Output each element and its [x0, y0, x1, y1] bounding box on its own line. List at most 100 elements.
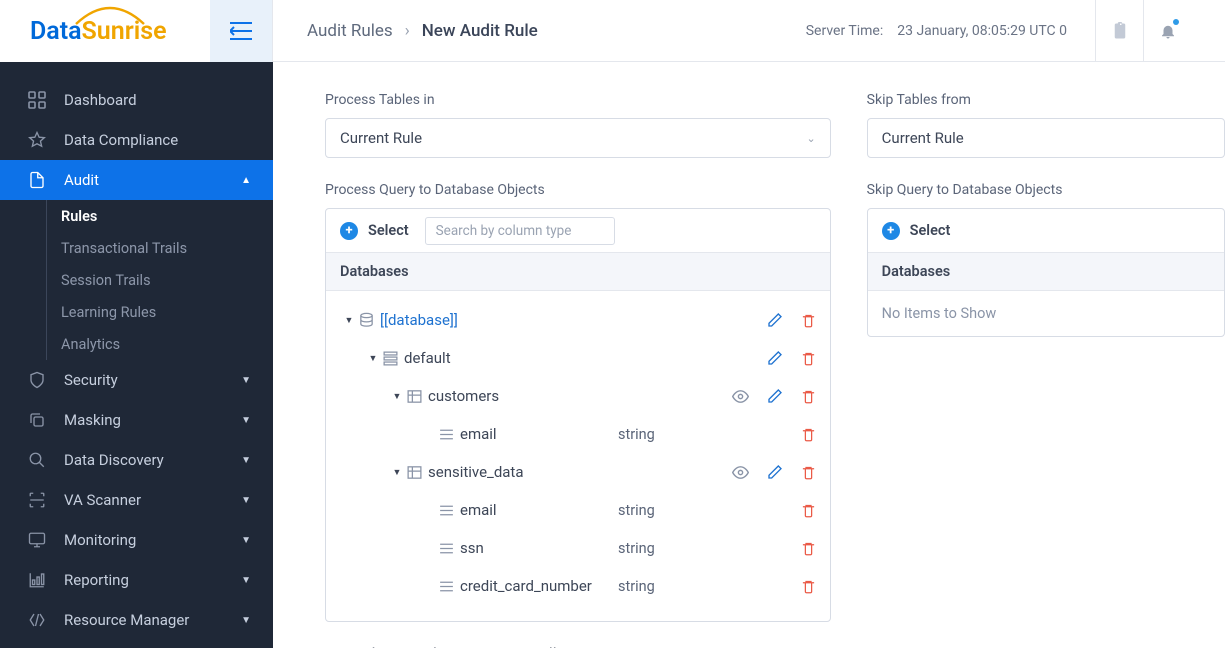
delete-icon[interactable]	[801, 389, 816, 404]
eye-icon[interactable]	[732, 388, 749, 405]
sidebar-item-audit[interactable]: Audit ▲	[0, 160, 273, 200]
logo[interactable]: DataSunrise	[0, 0, 210, 62]
search-icon	[28, 451, 64, 469]
add-icon[interactable]: +	[340, 222, 358, 240]
sidebar-item-session[interactable]: Session Trails	[46, 264, 273, 296]
tree-label: default	[404, 349, 451, 367]
chevron-down-icon: ▼	[241, 455, 251, 466]
logo-row: DataSunrise	[0, 0, 273, 62]
topbar-icons	[1095, 0, 1191, 62]
edit-icon[interactable]	[767, 464, 783, 480]
sidebar-item-resource[interactable]: Resource Manager ▼	[0, 600, 273, 640]
breadcrumb-current: New Audit Rule	[422, 21, 538, 41]
sidebar-item-label: Reporting	[64, 571, 129, 589]
delete-icon[interactable]	[801, 313, 816, 328]
code-icon	[28, 611, 64, 629]
sidebar-item-dashboard[interactable]: Dashboard	[0, 80, 273, 120]
sidebar-item-label: Masking	[64, 411, 121, 429]
add-icon[interactable]: +	[882, 222, 900, 240]
tree-row-schema[interactable]: ▼ default	[340, 339, 816, 377]
panel-toolbar: + Select	[326, 209, 830, 253]
sidebar-toggle-button[interactable]	[210, 0, 273, 62]
edit-icon[interactable]	[767, 312, 783, 328]
database-icon	[358, 312, 380, 329]
delete-icon[interactable]	[801, 503, 816, 518]
breadcrumb-root[interactable]: Audit Rules	[307, 21, 393, 41]
sidebar-item-label: Data Discovery	[64, 451, 164, 469]
server-time: Server Time: 23 January, 08:05:29 UTC 0	[806, 23, 1067, 39]
column-icon	[438, 426, 460, 443]
tree-row-database[interactable]: ▼ [[database]]	[340, 301, 816, 339]
tree-row-column[interactable]: email string	[340, 415, 816, 453]
sidebar-item-masking[interactable]: Masking ▼	[0, 400, 273, 440]
sidebar-item-monitoring[interactable]: Monitoring ▼	[0, 520, 273, 560]
copy-icon	[28, 411, 64, 429]
databases-header: Databases	[868, 253, 1224, 291]
expand-toggle[interactable]: ▼	[388, 391, 406, 402]
sidebar-item-va[interactable]: VA Scanner ▼	[0, 480, 273, 520]
sidebar-item-label: Audit	[64, 171, 99, 189]
select-button[interactable]: Select	[910, 222, 951, 239]
chevron-down-icon: ▼	[241, 415, 251, 426]
delete-icon[interactable]	[801, 465, 816, 480]
sidebar-item-rules[interactable]: Rules	[46, 200, 273, 232]
tree-row-column[interactable]: credit_card_number string	[340, 567, 816, 605]
star-icon	[28, 131, 64, 149]
sidebar-item-compliance[interactable]: Data Compliance	[0, 120, 273, 160]
delete-icon[interactable]	[801, 427, 816, 442]
chevron-down-icon: ▼	[241, 535, 251, 546]
expand-toggle[interactable]: ▼	[364, 353, 382, 364]
expand-toggle[interactable]: ▼	[340, 315, 358, 326]
column-type: string	[618, 426, 704, 443]
sidebar-item-discovery[interactable]: Data Discovery ▼	[0, 440, 273, 480]
tree-label: sensitive_data	[428, 463, 588, 481]
empty-message: No Items to Show	[868, 291, 1224, 336]
file-icon	[28, 171, 64, 189]
dashboard-icon	[28, 91, 64, 109]
edit-icon[interactable]	[767, 350, 783, 366]
select-value: Current Rule	[882, 129, 964, 147]
topbar: Audit Rules › New Audit Rule Server Time…	[273, 0, 1225, 62]
select-button[interactable]: Select	[368, 222, 409, 239]
tree-row-column[interactable]: ssn string	[340, 529, 816, 567]
sidebar-item-label: Monitoring	[64, 531, 136, 549]
server-time-value: 23 January, 08:05:29 UTC 0	[897, 23, 1067, 39]
procedures-section-toggle[interactable]: Procedures and Functions Handling ⌄	[325, 644, 831, 648]
tree-row-table[interactable]: ▼ customers	[340, 377, 816, 415]
sidebar-item-reporting[interactable]: Reporting ▼	[0, 560, 273, 600]
bell-icon[interactable]	[1143, 0, 1191, 62]
tree-row-column[interactable]: email string	[340, 491, 816, 529]
tree-row-table[interactable]: ▼ sensitive_data	[340, 453, 816, 491]
chart-icon	[28, 571, 64, 589]
select-value: Current Rule	[340, 129, 422, 147]
sidebar-item-transactional[interactable]: Transactional Trails	[46, 232, 273, 264]
search-input[interactable]	[425, 217, 615, 245]
main: Audit Rules › New Audit Rule Server Time…	[273, 0, 1225, 648]
delete-icon[interactable]	[801, 541, 816, 556]
skip-tables-select[interactable]: Current Rule	[867, 118, 1225, 158]
breadcrumb: Audit Rules › New Audit Rule	[307, 21, 538, 41]
panel-toolbar: + Select	[868, 209, 1224, 253]
column-icon	[438, 502, 460, 519]
delete-icon[interactable]	[801, 579, 816, 594]
edit-icon[interactable]	[767, 388, 783, 404]
delete-icon[interactable]	[801, 351, 816, 366]
sidebar-item-label: Resource Manager	[64, 611, 189, 629]
sidebar-item-learning[interactable]: Learning Rules	[46, 296, 273, 328]
sidebar-item-security[interactable]: Security ▼	[0, 360, 273, 400]
sidebar-item-analytics[interactable]: Analytics	[46, 328, 273, 360]
chevron-down-icon: ▼	[241, 495, 251, 506]
expand-toggle[interactable]: ▼	[388, 467, 406, 478]
column-type: string	[618, 578, 704, 595]
object-tree: ▼ [[database]] ▼ default	[326, 291, 830, 621]
eye-icon[interactable]	[732, 464, 749, 481]
skip-query-panel: + Select Databases No Items to Show	[867, 208, 1225, 337]
skip-column: Skip Tables from Current Rule Skip Query…	[867, 92, 1225, 648]
process-tables-select[interactable]: Current Rule ⌄	[325, 118, 831, 158]
content: Process Tables in Current Rule ⌄ Process…	[273, 62, 1225, 648]
column-type: string	[618, 540, 704, 557]
process-query-label: Process Query to Database Objects	[325, 182, 831, 198]
column-icon	[438, 540, 460, 557]
process-column: Process Tables in Current Rule ⌄ Process…	[325, 92, 831, 648]
clipboard-icon[interactable]	[1095, 0, 1143, 62]
